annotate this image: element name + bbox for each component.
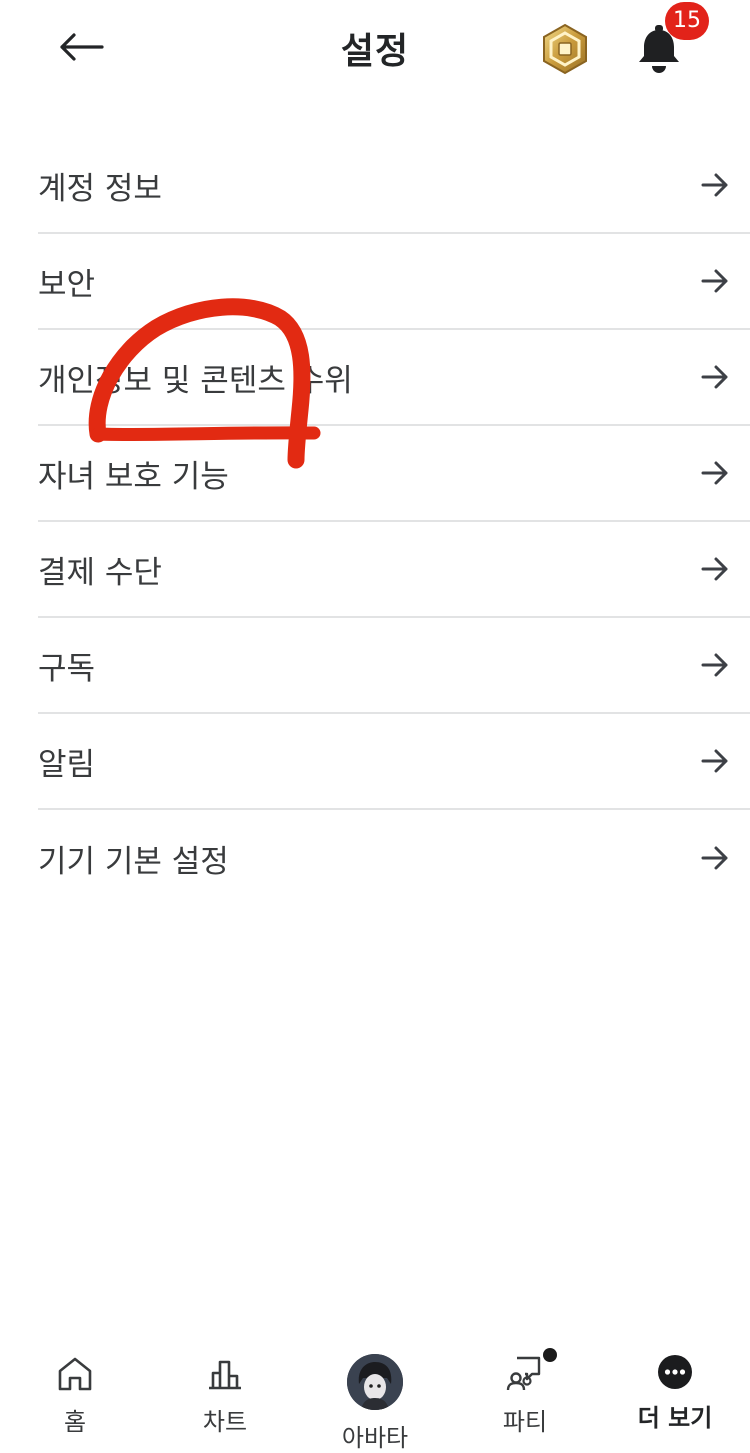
settings-item-label: 자녀 보호 기능 [38, 458, 229, 495]
settings-item-security[interactable]: 보안 [38, 234, 750, 330]
settings-item-parental-controls[interactable]: 자녀 보호 기능 [38, 426, 750, 522]
nav-label: 홈 [63, 1408, 87, 1436]
bottom-navigation: 홈 차트 아바타 파티 더 보기 [0, 1340, 750, 1452]
nav-item-more[interactable]: 더 보기 [600, 1340, 750, 1432]
notification-badge: 15 [665, 2, 709, 40]
arrow-right-icon [700, 746, 730, 776]
arrow-right-icon [700, 170, 730, 200]
arrow-right-icon [700, 362, 730, 392]
arrow-right-icon [700, 650, 730, 680]
party-status-dot [543, 1348, 557, 1362]
nav-label: 더 보기 [637, 1404, 713, 1432]
settings-item-notifications[interactable]: 알림 [38, 714, 750, 810]
nav-label: 아바타 [341, 1424, 409, 1452]
arrow-right-icon [700, 554, 730, 584]
settings-list: 계정 정보 보안 개인정보 및 콘텐츠 수위 자녀 보호 기능 결제 수단 구독 [38, 138, 750, 906]
settings-item-label: 구독 [38, 650, 96, 687]
avatar-icon [347, 1354, 403, 1410]
chart-icon [197, 1354, 253, 1394]
settings-item-label: 계정 정보 [38, 170, 162, 207]
settings-item-label: 알림 [38, 746, 96, 783]
nav-item-party[interactable]: 파티 [450, 1340, 600, 1436]
more-icon [647, 1354, 703, 1390]
settings-item-payment-methods[interactable]: 결제 수단 [38, 522, 750, 618]
party-icon [497, 1348, 557, 1394]
nav-label: 차트 [202, 1408, 248, 1436]
settings-item-account-info[interactable]: 계정 정보 [38, 138, 750, 234]
top-bar: 설정 15 [0, 0, 750, 95]
nav-item-home[interactable]: 홈 [0, 1340, 150, 1436]
settings-item-label: 기기 기본 설정 [38, 843, 229, 880]
avatar [347, 1354, 403, 1410]
arrow-right-icon [700, 843, 730, 873]
robux-icon [543, 23, 587, 75]
nav-label: 파티 [502, 1408, 548, 1436]
robux-button[interactable] [538, 22, 592, 76]
nav-item-charts[interactable]: 차트 [150, 1340, 300, 1436]
arrow-right-icon [700, 266, 730, 296]
settings-item-device-preferences[interactable]: 기기 기본 설정 [38, 810, 750, 906]
settings-item-label: 보안 [38, 266, 96, 303]
settings-item-label: 개인정보 및 콘텐츠 수위 [38, 362, 353, 399]
settings-item-subscriptions[interactable]: 구독 [38, 618, 750, 714]
nav-item-avatar[interactable]: 아바타 [300, 1340, 450, 1452]
arrow-right-icon [700, 458, 730, 488]
settings-item-label: 결제 수단 [38, 554, 162, 591]
home-icon [47, 1354, 103, 1394]
settings-item-privacy-content[interactable]: 개인정보 및 콘텐츠 수위 [38, 330, 750, 426]
